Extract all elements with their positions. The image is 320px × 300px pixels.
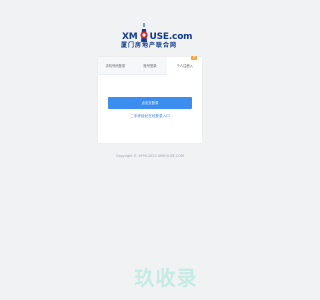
copyright-text: Copyright © 1999-2022 XMHOUSE.COM (116, 154, 184, 158)
new-badge: 新 (191, 56, 198, 60)
house-tower-icon (140, 23, 148, 42)
site-logo[interactable]: XM USE.com 厦门房地产联合网 (119, 23, 193, 49)
tab-label: 手机号码登录 (105, 64, 126, 68)
tab-account-login[interactable]: 账号登录 (132, 57, 168, 75)
login-tabs: 手机号码登录 账号登录 个人注册入 新 (98, 56, 203, 75)
logo-text-right: USE.com (149, 32, 193, 42)
login-button[interactable]: 点击去登录 (108, 97, 192, 109)
watermark-text: 玖收录 (134, 266, 198, 290)
tab-phone-login[interactable]: 手机号码登录 (98, 57, 133, 75)
tab-label: 账号登录 (143, 64, 157, 68)
login-page: XM USE.com 厦门房地产联合网 手机号码登录 账号登录 个人注册入 新 (0, 0, 300, 300)
logo-wordmark: XM USE.com (122, 32, 193, 42)
login-card: 手机号码登录 账号登录 个人注册入 新 点击去登录 二手房经纪在线登录入口 (98, 56, 203, 143)
logo-text-left: XM (122, 32, 138, 42)
tab-label: 个人注册入 (176, 64, 193, 68)
logo-subtitle: 厦门房地产联合网 (121, 42, 178, 49)
tab-personal-register[interactable]: 个人注册入 新 (167, 56, 203, 75)
broker-login-link[interactable]: 二手房经纪在线登录入口 (98, 112, 202, 120)
